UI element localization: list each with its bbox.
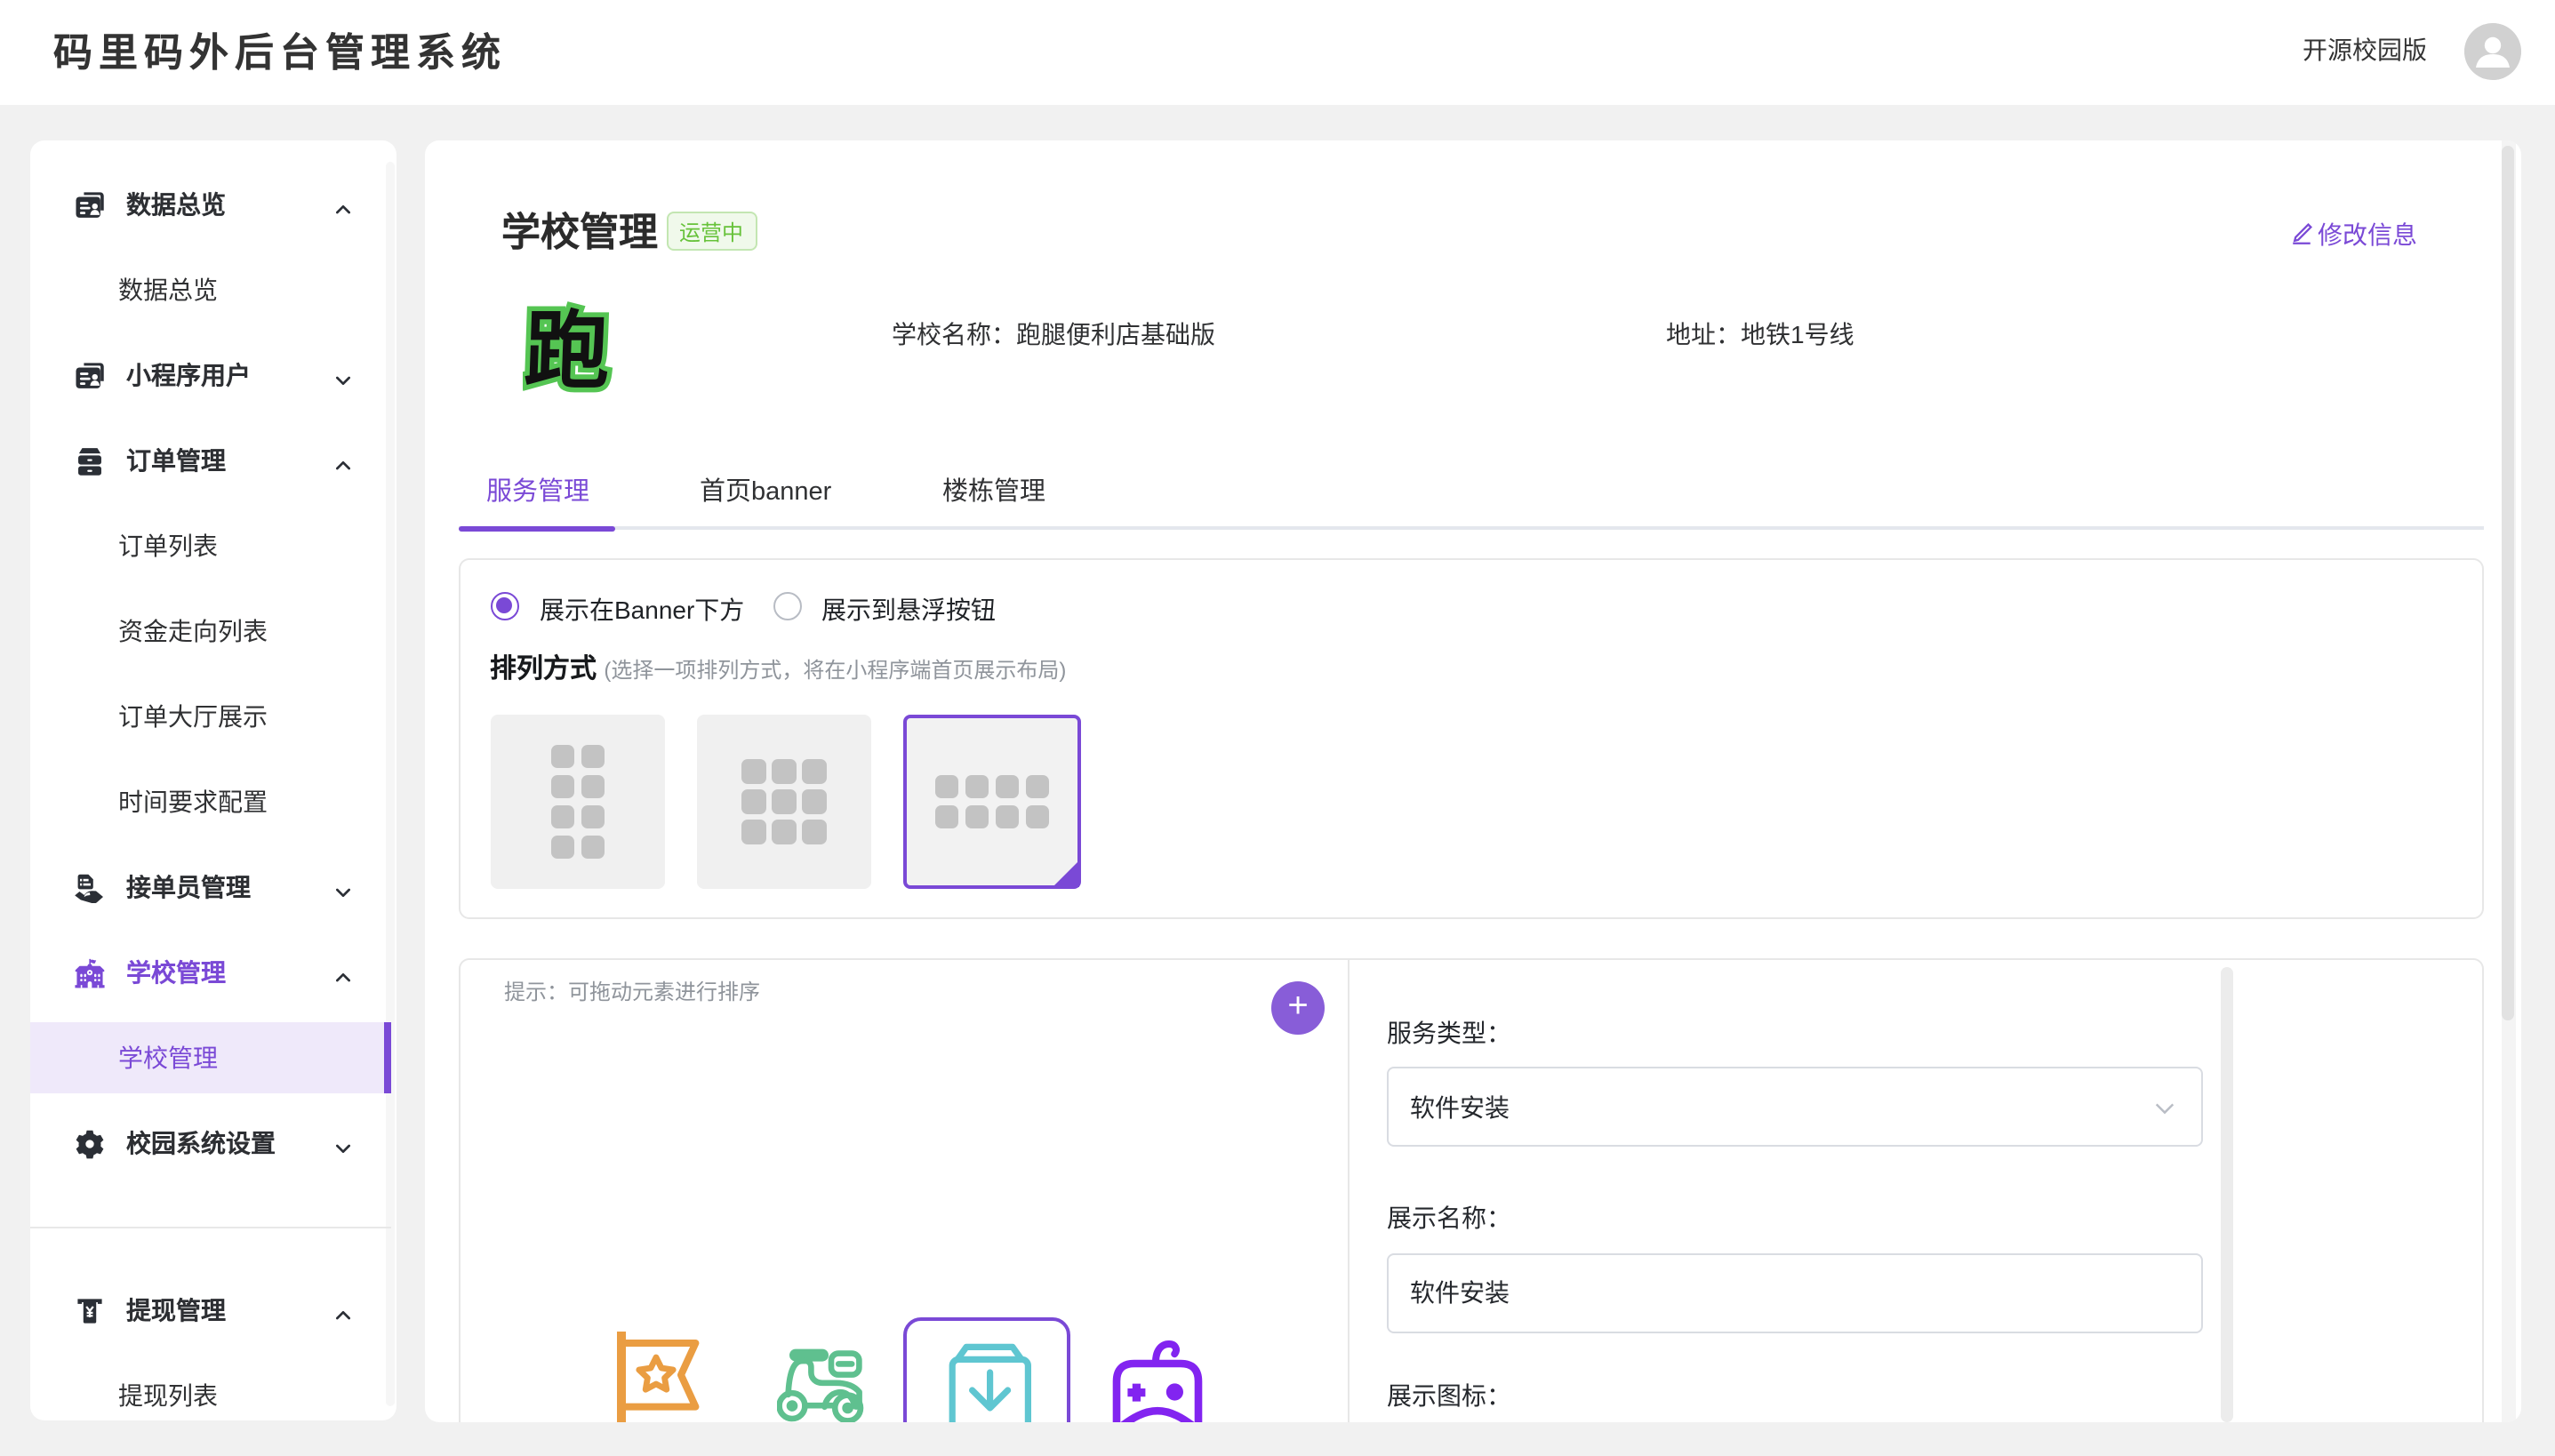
svg-text:跑: 跑 [522, 304, 611, 399]
